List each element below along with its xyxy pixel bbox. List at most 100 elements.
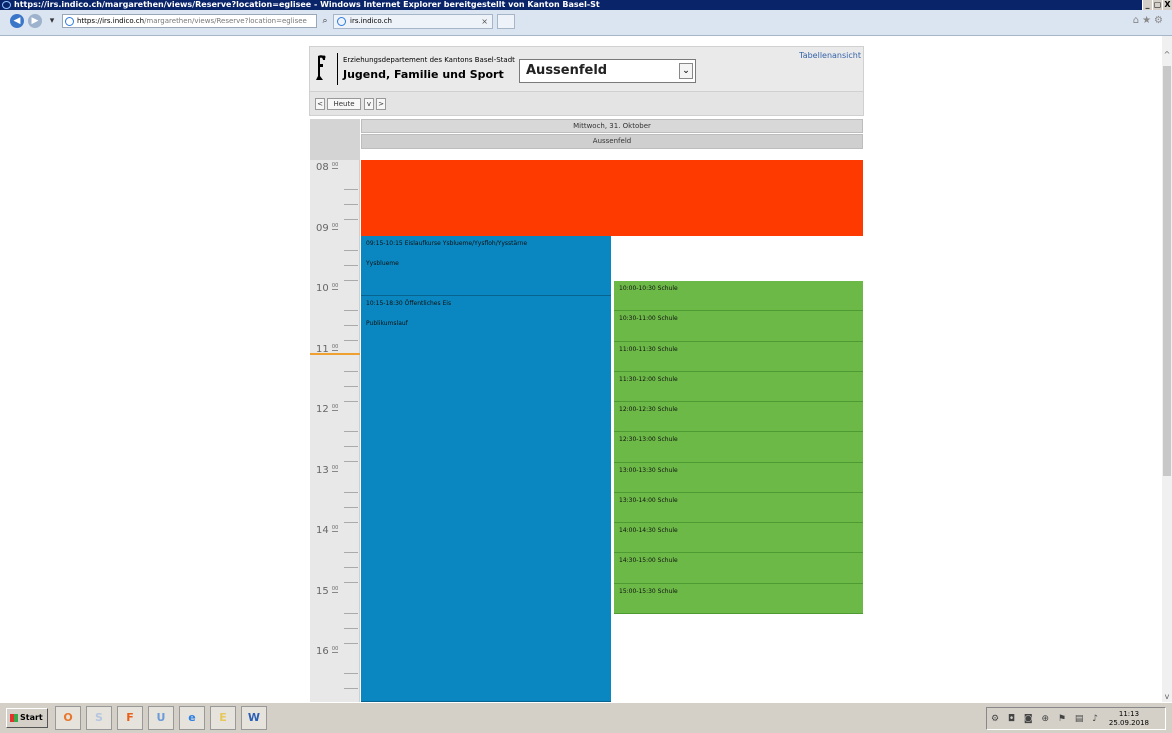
current-time-indicator [310, 353, 360, 355]
scroll-down-icon[interactable]: v [1162, 692, 1172, 702]
minimize-button[interactable]: _ [1142, 0, 1152, 10]
back-icon[interactable]: ◀ [10, 14, 24, 28]
school-event[interactable]: 13:30-14:00 Schule [614, 492, 863, 523]
basel-crest-icon [316, 55, 326, 80]
quarter-tick [344, 673, 358, 674]
quarter-tick [344, 249, 358, 251]
header-divider [337, 53, 338, 85]
school-event[interactable]: 12:00-12:30 Schule [614, 402, 863, 433]
school-event[interactable]: 12:30-13:00 Schule [614, 432, 863, 463]
event-title: 14:30-15:00 Schule [619, 557, 678, 565]
address-bar[interactable]: https://irs.indico.ch/margarethen/views/… [62, 14, 317, 28]
blocked-slot[interactable] [361, 160, 863, 236]
school-event[interactable]: 15:00-15:30 Schule [614, 583, 863, 614]
firefox-icon[interactable]: F [117, 706, 143, 730]
today-button[interactable]: Heute [327, 98, 361, 110]
start-label: Start [20, 713, 43, 722]
home-icon[interactable]: ⌂ [1133, 15, 1142, 26]
quarter-tick [344, 521, 358, 523]
school-event[interactable]: 10:00-10:30 Schule [614, 281, 863, 312]
window-title: https://irs.indico.ch/margarethen/views/… [14, 0, 600, 9]
quarter-tick [344, 567, 358, 568]
time-column: 08 00 09 00 10 00 11 00 12 00 13 00 14 00 15 00… [310, 160, 360, 704]
quarter-tick [344, 446, 358, 447]
search-icon[interactable]: ⌕ [320, 14, 330, 28]
tab-label: irs.indico.ch [350, 17, 392, 25]
address-path: /margarethen/views/Reserve?location=egli… [144, 17, 307, 25]
org-department: Erziehungsdepartement des Kantons Basel-… [343, 56, 515, 64]
school-event[interactable]: 11:00-11:30 Schule [614, 341, 863, 372]
hour-label: 09 00 [316, 222, 339, 234]
event-title: 10:30-11:00 Schule [619, 315, 678, 323]
hour-label: 14 00 [316, 525, 339, 536]
tray-icons: ⚙ ◘ ◙ ⊕ ⚑ ▤ ♪ [991, 714, 1101, 724]
quarter-tick [344, 627, 358, 629]
page-icon [65, 17, 74, 26]
browser-tab[interactable]: irs.indico.ch × [333, 14, 493, 29]
tab-favicon-icon [337, 17, 346, 26]
school-event[interactable]: 10:30-11:00 Schule [614, 311, 863, 342]
school-event[interactable]: 13:00-13:30 Schule [614, 462, 863, 493]
location-select[interactable]: Aussenfeld ⌄ [519, 59, 696, 83]
hour-label: 10 00 [316, 283, 339, 294]
clock-time: 11:13 [1118, 710, 1140, 718]
quarter-tick [344, 491, 358, 493]
maximize-button[interactable]: ▢ [1152, 0, 1162, 10]
control-panel-icon[interactable]: U [148, 706, 174, 730]
explorer-icon[interactable]: E [210, 706, 236, 730]
clock[interactable]: 11:13 25.09.2018 [1109, 710, 1149, 728]
windows-logo-icon [10, 714, 18, 722]
chevron-down-icon[interactable]: ⌄ [679, 63, 693, 79]
school-event[interactable]: 14:00-14:30 Schule [614, 523, 863, 554]
hour-label: 16 00 [316, 646, 339, 657]
school-event[interactable]: 14:30-15:00 Schule [614, 553, 863, 584]
previous-day-button[interactable]: < [315, 98, 325, 110]
quarter-tick [344, 552, 358, 553]
window-controls: _ ▢ X [1142, 0, 1172, 10]
scrollbar-thumb[interactable] [1163, 66, 1171, 476]
reservation-event[interactable]: 09:15-10:15 Eislaufkurse Ysblueme/Yysflo… [361, 235, 611, 297]
quarter-tick [344, 310, 358, 311]
resource-header: Aussenfeld [361, 134, 863, 149]
reservation-app: Erziehungsdepartement des Kantons Basel-… [309, 46, 864, 704]
reservation-event[interactable]: 10:15-18:30 Öffentliches Eis Publikumslau… [361, 296, 611, 702]
new-tab-button[interactable] [497, 14, 515, 29]
quarter-tick [344, 325, 358, 326]
quarter-tick [344, 582, 358, 583]
hour-label: 15 00 [316, 585, 339, 597]
favorites-icon[interactable]: ★ [1142, 15, 1154, 26]
forward-icon[interactable]: ▶ [28, 14, 42, 28]
quarter-tick [344, 642, 358, 644]
quarter-tick [344, 400, 358, 402]
settings-icon[interactable]: ⚙ [1154, 15, 1166, 26]
hour-label: 12 00 [316, 404, 339, 415]
history-dropdown-icon[interactable]: ▾ [47, 14, 57, 28]
page-scrollbar[interactable]: ^ v [1162, 36, 1172, 702]
date-picker-button[interactable]: v [364, 98, 374, 110]
word-icon[interactable]: W [241, 706, 267, 730]
school-event[interactable]: 11:30-12:00 Schule [614, 371, 863, 402]
snipping-tool-icon[interactable]: S [86, 706, 112, 730]
table-view-link[interactable]: Tabellenansicht [799, 51, 861, 60]
date-navigation: < Heute v > [309, 92, 864, 116]
start-button[interactable]: Start [6, 708, 48, 728]
event-subtitle: Yysblueme [366, 259, 399, 267]
browser-right-icons: ⌂★⚙ [1133, 15, 1166, 26]
window-title-bar: https://irs.indico.ch/margarethen/views/… [0, 0, 1172, 10]
event-title: 11:00-11:30 Schule [619, 345, 678, 353]
quarter-tick [344, 385, 358, 387]
outlook-icon[interactable]: O [55, 706, 81, 730]
internet-explorer-icon[interactable]: e [179, 706, 205, 730]
close-window-button[interactable]: X [1162, 0, 1172, 10]
quarter-tick [344, 688, 358, 689]
scroll-up-icon[interactable]: ^ [1162, 50, 1172, 60]
tab-close-icon[interactable]: × [481, 15, 488, 28]
location-selected-value: Aussenfeld [526, 63, 608, 78]
event-title: 15:00-15:30 Schule [619, 587, 678, 595]
event-title: 13:30-14:00 Schule [619, 496, 678, 504]
next-day-button[interactable]: > [376, 98, 386, 110]
calendar-grid[interactable]: 09:15-10:15 Eislaufkurse Ysblueme/Yysflo… [361, 160, 863, 702]
quarter-tick [344, 219, 358, 220]
day-header: Mittwoch, 31. Oktober [361, 119, 863, 133]
event-subtitle: Publikumslauf [366, 320, 408, 328]
